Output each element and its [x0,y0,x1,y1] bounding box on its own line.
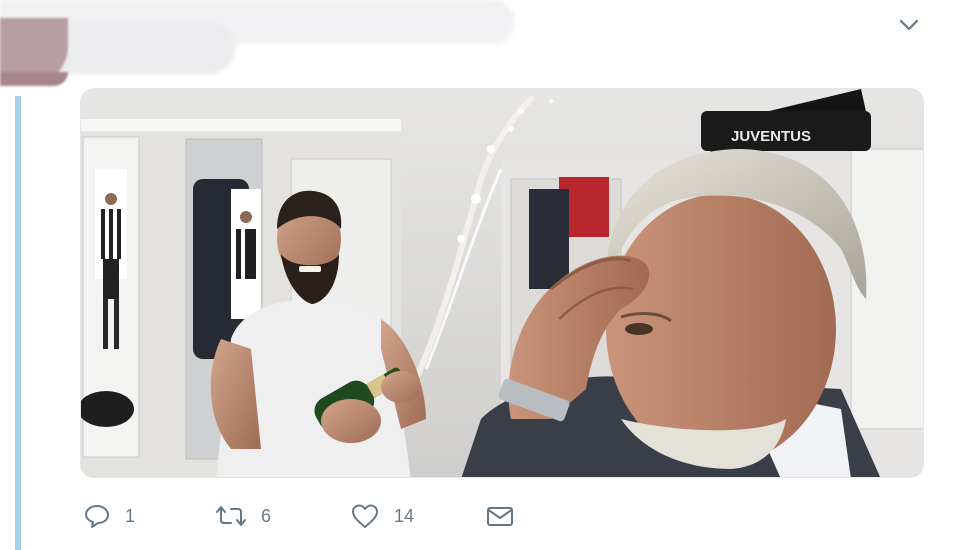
direct-message-button[interactable] [485,496,515,536]
tweet-card: JUVENTUS 1 6 14 [0,0,978,550]
tweet-actions: 1 6 14 [80,496,580,536]
like-count: 14 [394,506,415,526]
reply-button[interactable]: 1 [83,496,135,536]
obscured-header [0,0,520,92]
avatar[interactable] [0,18,68,86]
chevron-down-icon[interactable] [897,13,921,37]
like-button[interactable]: 14 [350,496,414,536]
celebration-photo: JUVENTUS [81,89,923,477]
retweet-icon [216,506,246,526]
reply-count: 1 [125,506,136,526]
envelope-icon [487,507,513,526]
tweet-media-image[interactable]: JUVENTUS [80,88,924,478]
reply-icon [85,505,109,528]
retweet-button[interactable]: 6 [215,496,271,536]
jersey-text: JUVENTUS [731,128,811,145]
thread-connector-line [15,96,21,550]
retweet-count: 6 [261,506,272,526]
heart-icon [352,504,378,528]
